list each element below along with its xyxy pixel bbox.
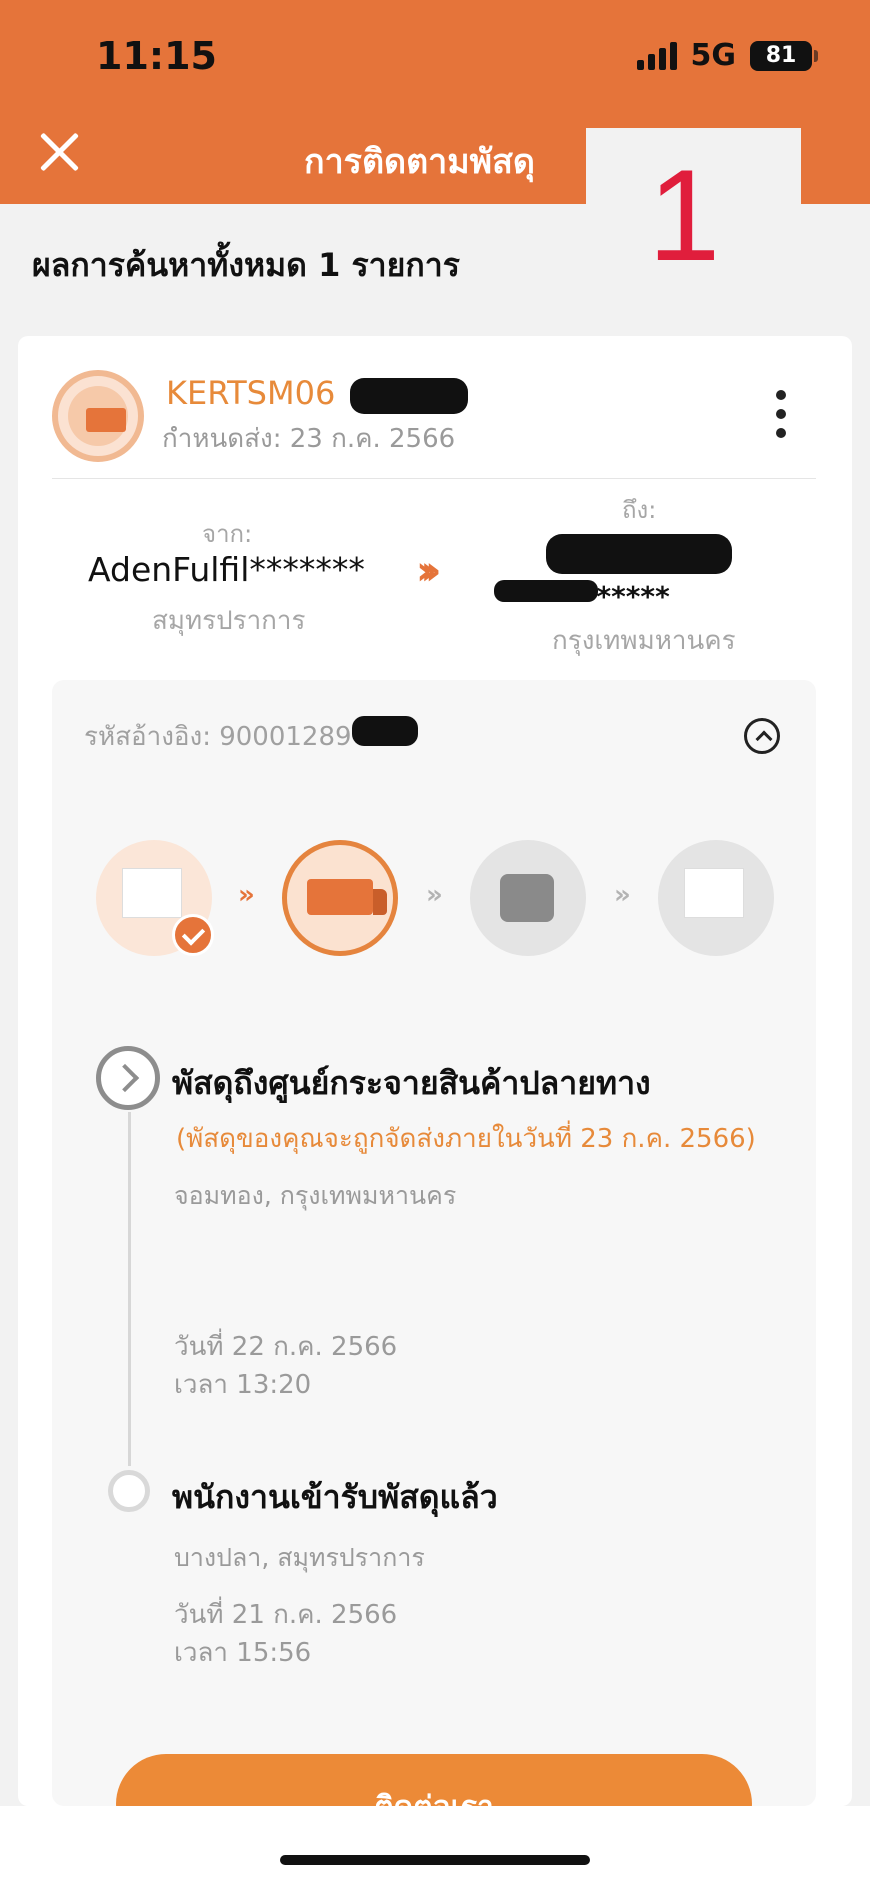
event-title: พนักงานเข้ารับพัสดุแล้ว (172, 1478, 498, 1516)
event-time: เวลา 13:20 (174, 1370, 312, 1400)
status-time: 11:15 (96, 34, 217, 78)
chevron-right-icon (96, 1046, 160, 1110)
recipient-city: กรุงเทพมหานคร (552, 626, 736, 656)
signal-icon (636, 41, 677, 70)
event-date: วันที่ 22 ก.ค. 2566 (174, 1332, 398, 1362)
truck-avatar-icon (52, 370, 144, 462)
event-note: (พัสดุของคุณจะถูกจัดส่งภายในวันที่ 23 ก.… (176, 1124, 756, 1154)
double-chevron-icon: ››› (416, 548, 442, 594)
event-location: จอมทอง, กรุงเทพมหานคร (174, 1181, 457, 1210)
step-out-for-delivery-icon (470, 840, 586, 956)
reference-number: รหัสอ้างอิง: 90001289 (84, 722, 352, 752)
sender-city: สมุทรปราการ (152, 606, 306, 636)
page-title: การติดตามพัสดุ (304, 142, 535, 182)
redaction-mark (494, 580, 598, 602)
event-location: บางปลา, สมุทรปราการ (174, 1543, 425, 1572)
bottom-safe-area (0, 1806, 870, 1883)
event-time: เวลา 15:56 (174, 1638, 312, 1668)
step-separator-icon: » (426, 880, 443, 910)
from-label: จาก: (202, 520, 253, 548)
chevron-up-icon[interactable] (744, 718, 780, 754)
network-type: 5G (690, 38, 737, 73)
timeline-line (128, 1112, 131, 1466)
battery-icon: 81 (750, 40, 818, 71)
step-separator-icon: » (238, 880, 255, 910)
event-date: วันที่ 21 ก.ค. 2566 (174, 1600, 398, 1630)
step-separator-icon: » (614, 880, 631, 910)
redaction-mark (546, 534, 732, 574)
step-in-transit-icon (282, 840, 398, 956)
redaction-mark (350, 378, 468, 414)
timeline-dot-icon (108, 1470, 150, 1512)
due-date: กำหนดส่ง: 23 ก.ค. 2566 (162, 424, 456, 454)
to-label: ถึง: (622, 496, 657, 524)
check-icon (172, 914, 214, 956)
close-icon[interactable] (38, 131, 80, 173)
more-options-icon[interactable] (774, 390, 788, 438)
event-title: พัสดุถึงศูนย์กระจายสินค้าปลายทาง (172, 1064, 651, 1102)
overlay-number: 1 (648, 142, 721, 288)
sender-name: AdenFulfil******* (88, 550, 365, 589)
results-count: ผลการค้นหาทั้งหมด 1 รายการ (32, 246, 460, 284)
home-indicator[interactable] (280, 1855, 590, 1865)
redaction-mark (352, 716, 418, 746)
tracking-number[interactable]: KERTSM06 (166, 374, 335, 412)
divider (52, 478, 816, 479)
step-delivered-icon (658, 840, 774, 956)
status-icons: 5G 81 (636, 38, 818, 73)
